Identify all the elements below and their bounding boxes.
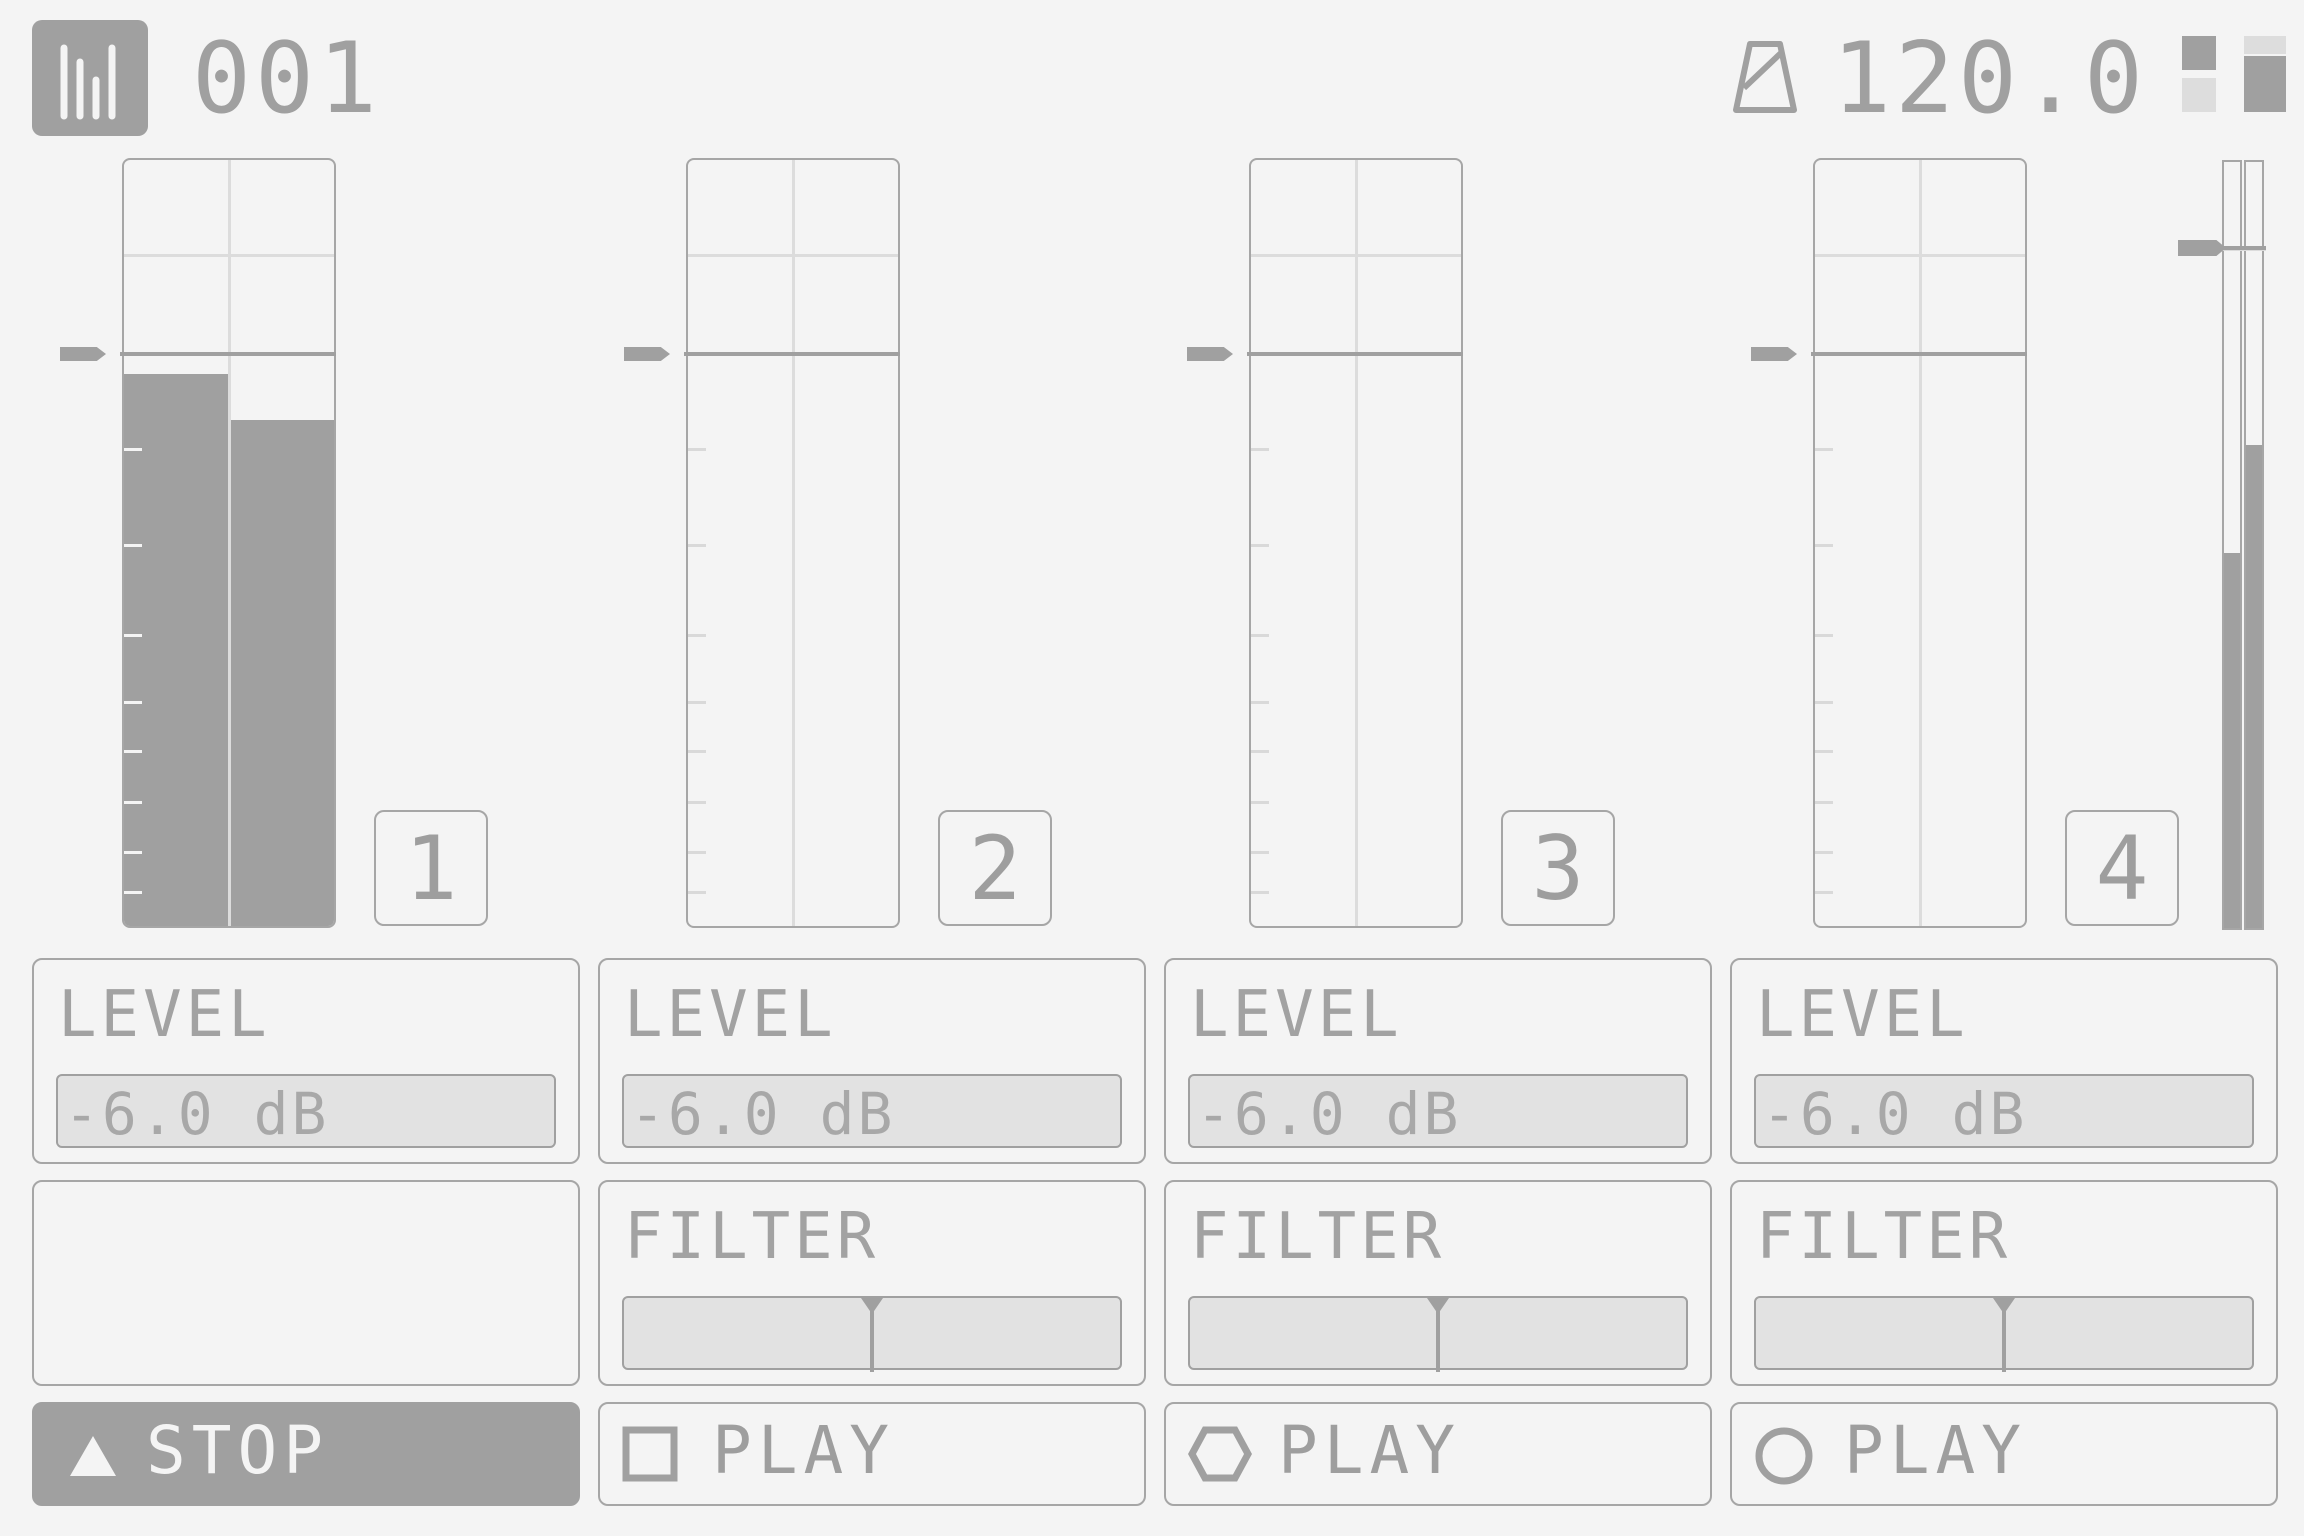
- level-field-1[interactable]: -6.0 dB: [56, 1074, 556, 1148]
- level-field-3[interactable]: -6.0 dB: [1188, 1074, 1688, 1148]
- meter-tick: [1815, 801, 1833, 804]
- meter-tick: [688, 448, 706, 451]
- meter-tick: [688, 801, 706, 804]
- meter-tick: [1815, 544, 1833, 547]
- meter-tick: [1251, 891, 1269, 894]
- level-field-2[interactable]: -6.0 dB: [622, 1074, 1122, 1148]
- channel-gain-handle-1[interactable]: [60, 346, 336, 362]
- mixer-logo-button[interactable]: [32, 20, 148, 136]
- channel-gain-handle-4[interactable]: [1751, 346, 2027, 362]
- meter-tick: [1815, 448, 1833, 451]
- channel-play-button-4[interactable]: PLAY: [1730, 1402, 2278, 1506]
- filter-slider-marker: [1993, 1298, 2015, 1314]
- master-meter-right: [2244, 160, 2264, 930]
- play-button-label: PLAY: [1844, 1412, 2027, 1489]
- meter-tick: [124, 891, 142, 894]
- meter-tick: [124, 448, 142, 451]
- mixer-screen: { "header": { "pattern_number": "001", "…: [0, 0, 2304, 1536]
- channel-meter-4: [1813, 158, 2027, 928]
- triangle-icon: [68, 1434, 118, 1482]
- meter-tick: [124, 634, 142, 637]
- meter-tick: [124, 544, 142, 547]
- channel-number-2[interactable]: 2: [938, 810, 1052, 926]
- filter-slider-4[interactable]: [1754, 1296, 2254, 1372]
- mixer-bars-icon: [60, 44, 116, 120]
- channel-play-button-1[interactable]: STOP: [32, 1402, 580, 1506]
- meter-tick: [688, 851, 706, 854]
- channel-number-3[interactable]: 3: [1501, 810, 1615, 926]
- filter-card-3: FILTER: [1164, 1180, 1712, 1386]
- meter-tick: [1251, 544, 1269, 547]
- channel-number-4[interactable]: 4: [2065, 810, 2179, 926]
- meter-tick: [1251, 634, 1269, 637]
- tempo-display[interactable]: 120.0: [1832, 22, 2147, 136]
- level-card-4: LEVEL -6.0 dB: [1730, 958, 2278, 1164]
- meter-tick: [124, 701, 142, 704]
- filter-card-empty-1: [32, 1180, 580, 1386]
- master-gain-handle[interactable]: [2178, 240, 2266, 256]
- level-value: -6.0 dB: [630, 1080, 896, 1148]
- meter-tick: [124, 801, 142, 804]
- meter-tick: [688, 701, 706, 704]
- meter-tick: [1251, 750, 1269, 753]
- level-label: LEVEL: [58, 978, 271, 1052]
- meter-tick: [1815, 750, 1833, 753]
- metronome-icon: [1733, 41, 1797, 113]
- meter-tick: [1815, 701, 1833, 704]
- meter-fill-right: [230, 420, 334, 926]
- level-card-2: LEVEL -6.0 dB: [598, 958, 1146, 1164]
- meter-tick: [1251, 851, 1269, 854]
- level-value: -6.0 dB: [1196, 1080, 1462, 1148]
- channel-play-button-2[interactable]: PLAY: [598, 1402, 1146, 1506]
- meter-tick: [124, 750, 142, 753]
- level-label: LEVEL: [624, 978, 837, 1052]
- filter-slider-marker: [1427, 1298, 1449, 1314]
- level-field-4[interactable]: -6.0 dB: [1754, 1074, 2254, 1148]
- channel-number-1[interactable]: 1: [374, 810, 488, 926]
- channel-play-button-3[interactable]: PLAY: [1164, 1402, 1712, 1506]
- channel-gain-handle-2[interactable]: [624, 346, 900, 362]
- play-button-label: STOP: [146, 1412, 329, 1489]
- channel-gain-handle-3[interactable]: [1187, 346, 1463, 362]
- meter-tick: [1815, 891, 1833, 894]
- channel-meter-1: [122, 158, 336, 928]
- channel-meter-3: [1249, 158, 1463, 928]
- filter-label: FILTER: [1756, 1200, 2012, 1274]
- meter-tick: [1815, 851, 1833, 854]
- channel-meter-2: [686, 158, 900, 928]
- meter-tick: [688, 750, 706, 753]
- level-value: -6.0 dB: [1762, 1080, 2028, 1148]
- meter-tick: [688, 891, 706, 894]
- master-meter: [2222, 160, 2266, 930]
- meter-tick: [688, 544, 706, 547]
- circle-icon: [1754, 1426, 1814, 1490]
- meter-tick: [688, 634, 706, 637]
- master-level-indicator: [2182, 36, 2286, 112]
- play-button-label: PLAY: [712, 1412, 895, 1489]
- level-value: -6.0 dB: [64, 1080, 330, 1148]
- filter-slider-3[interactable]: [1188, 1296, 1688, 1372]
- meter-tick: [1251, 801, 1269, 804]
- master-meter-left: [2222, 160, 2242, 930]
- meter-tick: [1251, 701, 1269, 704]
- filter-slider-marker: [861, 1298, 883, 1314]
- filter-card-4: FILTER: [1730, 1180, 2278, 1386]
- filter-slider-2[interactable]: [622, 1296, 1122, 1372]
- square-icon: [622, 1426, 678, 1486]
- meter-tick: [124, 851, 142, 854]
- level-card-3: LEVEL -6.0 dB: [1164, 958, 1712, 1164]
- filter-label: FILTER: [1190, 1200, 1446, 1274]
- play-button-label: PLAY: [1278, 1412, 1461, 1489]
- meter-tick: [1815, 634, 1833, 637]
- filter-label: FILTER: [624, 1200, 880, 1274]
- filter-card-2: FILTER: [598, 1180, 1146, 1386]
- hexagon-icon: [1188, 1426, 1252, 1486]
- meter-fill-left: [124, 374, 228, 926]
- level-label: LEVEL: [1756, 978, 1969, 1052]
- pattern-number: 001: [192, 22, 382, 136]
- level-card-1: LEVEL -6.0 dB: [32, 958, 580, 1164]
- level-label: LEVEL: [1190, 978, 1403, 1052]
- meter-tick: [1251, 448, 1269, 451]
